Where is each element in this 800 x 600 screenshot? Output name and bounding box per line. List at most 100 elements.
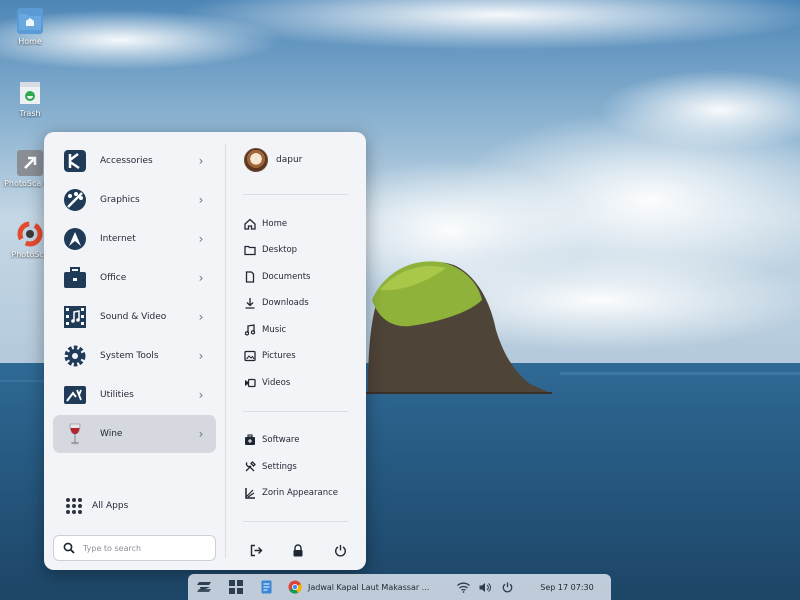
chrome-icon: [288, 580, 302, 594]
category-label: System Tools: [100, 351, 159, 361]
document-icon: [244, 271, 256, 283]
chevron-right-icon: ›: [198, 271, 204, 285]
place-label: Videos: [262, 378, 291, 388]
clock[interactable]: Sep 17 07:30: [532, 574, 602, 600]
chevron-right-icon: ›: [198, 427, 204, 441]
chevron-right-icon: ›: [198, 310, 204, 324]
wifi-icon: [456, 582, 470, 593]
taskbar-window-chrome[interactable]: Jadwal Kapal Laut Makassar ...: [288, 574, 444, 600]
lock-button[interactable]: [290, 542, 306, 558]
workspaces-button[interactable]: [226, 574, 246, 600]
category-utilities[interactable]: Utilities ›: [53, 376, 216, 414]
utilities-icon: [61, 381, 89, 409]
chevron-right-icon: ›: [198, 232, 204, 246]
videos-icon: [244, 377, 256, 389]
zorin-logo-icon: [197, 582, 211, 592]
place-desktop[interactable]: Desktop: [244, 241, 297, 259]
menu-separator: [243, 194, 348, 195]
category-label: Graphics: [100, 195, 140, 205]
chevron-right-icon: ›: [198, 349, 204, 363]
category-system-tools[interactable]: System Tools ›: [53, 337, 216, 375]
volume-status[interactable]: [476, 574, 494, 600]
search-icon: [63, 542, 75, 554]
search-input[interactable]: [83, 543, 203, 553]
download-icon: [244, 297, 256, 309]
graphics-icon: [61, 186, 89, 214]
system-label: Settings: [262, 462, 297, 472]
wine-glass-icon: [61, 420, 89, 448]
chevron-right-icon: ›: [198, 193, 204, 207]
chevron-right-icon: ›: [198, 388, 204, 402]
place-home[interactable]: Home: [244, 215, 287, 233]
zorin-menu-button[interactable]: [192, 574, 218, 600]
search-box[interactable]: [53, 535, 216, 561]
place-downloads[interactable]: Downloads: [244, 294, 309, 312]
taskbar: Jadwal Kapal Laut Makassar ... Sep 17 07…: [188, 574, 611, 600]
all-apps-button[interactable]: All Apps: [66, 496, 128, 516]
lock-icon: [293, 543, 303, 556]
desktop-icon-label: Home: [18, 37, 42, 46]
menu-divider: [225, 144, 226, 558]
menu-separator: [243, 521, 348, 522]
user-account[interactable]: dapur: [244, 148, 302, 172]
category-accessories[interactable]: Accessories ›: [53, 142, 216, 180]
system-settings[interactable]: Settings: [244, 458, 297, 476]
user-name: dapur: [276, 155, 303, 165]
photoscape-icon: [17, 221, 43, 247]
wifi-status[interactable]: [454, 574, 472, 600]
place-label: Music: [262, 325, 287, 335]
category-sound-video[interactable]: Sound & Video ›: [53, 298, 216, 336]
workspaces-icon: [229, 580, 243, 594]
office-icon: [61, 264, 89, 292]
system-label: Software: [262, 435, 300, 445]
place-label: Documents: [262, 272, 311, 282]
category-wine[interactable]: Wine ›: [53, 415, 216, 453]
window-title: Jadwal Kapal Laut Makassar ...: [308, 582, 430, 592]
sound-video-icon: [61, 303, 89, 331]
system-software[interactable]: Software: [244, 431, 299, 449]
category-office[interactable]: Office ›: [53, 259, 216, 297]
avatar: [244, 148, 268, 172]
clock-label: Sep 17 07:30: [540, 582, 594, 592]
desktop-icon-home[interactable]: Home: [0, 8, 60, 46]
log-out-icon: [250, 544, 262, 556]
power-icon: [334, 544, 346, 557]
category-label: Sound & Video: [100, 312, 167, 322]
pictures-icon: [244, 350, 256, 362]
settings-icon: [244, 461, 256, 473]
folder-icon: [244, 244, 256, 256]
desktop-icon-trash[interactable]: Trash: [0, 80, 60, 118]
category-internet[interactable]: Internet ›: [53, 220, 216, 258]
category-graphics[interactable]: Graphics ›: [53, 181, 216, 219]
chevron-right-icon: ›: [198, 154, 204, 168]
power-status[interactable]: [498, 574, 516, 600]
log-out-button[interactable]: [248, 542, 264, 558]
software-icon: [244, 434, 256, 446]
place-music[interactable]: Music: [244, 321, 286, 339]
category-label: Internet: [100, 234, 136, 244]
place-documents[interactable]: Documents: [244, 268, 310, 286]
files-button[interactable]: [256, 574, 276, 600]
desktop-icon-label: Trash: [19, 109, 41, 118]
music-icon: [244, 324, 256, 336]
power-icon: [502, 582, 512, 592]
arrow-up-right-icon: [17, 150, 43, 176]
trash-icon: [17, 80, 43, 106]
internet-icon: [61, 225, 89, 253]
category-label: Utilities: [100, 390, 134, 400]
system-zorin-appearance[interactable]: Zorin Appearance: [244, 484, 338, 502]
place-label: Desktop: [262, 245, 298, 255]
start-menu: Accessories › Graphics › Internet › Offi…: [44, 132, 366, 570]
grid-icon: [66, 498, 82, 514]
place-videos[interactable]: Videos: [244, 374, 290, 392]
system-label: Zorin Appearance: [262, 488, 339, 498]
category-label: Office: [100, 273, 127, 283]
place-label: Home: [262, 219, 288, 229]
power-button[interactable]: [332, 542, 348, 558]
folder-icon: [17, 8, 43, 34]
category-label: Accessories: [100, 156, 153, 166]
all-apps-label: All Apps: [92, 501, 129, 511]
place-pictures[interactable]: Pictures: [244, 347, 296, 365]
gear-icon: [61, 342, 89, 370]
place-label: Pictures: [262, 351, 296, 361]
